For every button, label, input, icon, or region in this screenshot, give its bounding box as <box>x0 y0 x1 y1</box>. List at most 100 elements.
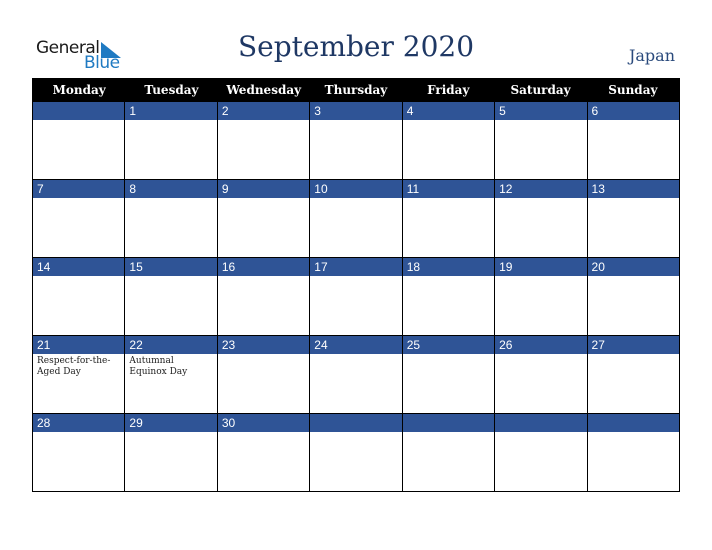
day-cell[interactable]: 10 <box>310 180 403 257</box>
day-cell[interactable]: 2 <box>217 102 311 179</box>
day-number <box>402 414 495 432</box>
day-number: 8 <box>125 180 217 198</box>
day-number: 14 <box>33 258 125 276</box>
day-cell[interactable]: 27 <box>587 336 679 413</box>
holiday-note <box>403 432 494 436</box>
weekday-monday: Monday <box>52 83 106 97</box>
weekday-tuesday: Tuesday <box>144 83 199 97</box>
holiday-note <box>310 198 401 202</box>
day-number: 7 <box>33 180 125 198</box>
day-cell[interactable]: 9 <box>217 180 311 257</box>
day-cell[interactable] <box>33 102 126 179</box>
day-number: 15 <box>125 258 217 276</box>
day-cell[interactable]: 29 <box>125 414 218 491</box>
holiday-note <box>125 432 216 436</box>
day-number <box>495 414 587 432</box>
weekday-thursday: Thursday <box>324 83 388 97</box>
day-number <box>33 102 125 120</box>
day-cell[interactable]: 15 <box>125 258 218 335</box>
day-cell[interactable]: 4 <box>402 102 496 179</box>
calendar-grid: Monday Tuesday Wednesday Thursday Friday Satu… <box>32 78 680 492</box>
holiday-note <box>403 354 494 358</box>
day-cell[interactable] <box>402 414 496 491</box>
day-number: 26 <box>495 336 587 354</box>
day-number: 5 <box>495 102 587 120</box>
day-cell[interactable]: 11 <box>402 180 496 257</box>
day-cell[interactable]: 3 <box>310 102 403 179</box>
week-row: 28 29 30 <box>33 413 679 491</box>
day-cell[interactable] <box>587 414 679 491</box>
holiday-note <box>218 276 309 280</box>
week-row: 123456 <box>33 102 679 179</box>
day-number: 30 <box>217 414 310 432</box>
day-cell[interactable]: 6 <box>587 102 679 179</box>
day-cell[interactable]: 25 <box>402 336 496 413</box>
holiday-note <box>33 276 124 280</box>
day-cell[interactable]: 14 <box>33 258 126 335</box>
day-cell[interactable] <box>310 414 403 491</box>
day-cell[interactable]: 28 <box>33 414 126 491</box>
holiday-note <box>125 120 216 124</box>
day-number: 11 <box>402 180 495 198</box>
holiday-note <box>125 276 216 280</box>
day-cell[interactable]: 26 <box>495 336 588 413</box>
day-cell[interactable]: 13 <box>587 180 679 257</box>
day-number: 9 <box>217 180 310 198</box>
weekday-saturday: Saturday <box>510 83 571 97</box>
day-cell[interactable]: 1 <box>125 102 218 179</box>
holiday-note <box>588 198 679 202</box>
day-cell[interactable]: 24 <box>310 336 403 413</box>
day-number: 27 <box>587 336 679 354</box>
day-number: 20 <box>587 258 679 276</box>
day-number: 13 <box>587 180 679 198</box>
day-number <box>310 414 402 432</box>
day-cell[interactable]: 8 <box>125 180 218 257</box>
holiday-note <box>33 120 124 124</box>
day-cell[interactable]: 17 <box>310 258 403 335</box>
holiday-note <box>403 198 494 202</box>
holiday-note <box>588 354 679 358</box>
day-number: 10 <box>310 180 402 198</box>
holiday-note <box>588 432 679 436</box>
holiday-note <box>495 198 586 202</box>
weekday-wednesday: Wednesday <box>226 83 302 97</box>
day-number: 24 <box>310 336 402 354</box>
day-number: 21 <box>33 336 125 354</box>
day-cell[interactable]: 23 <box>217 336 311 413</box>
holiday-note <box>495 120 586 124</box>
day-cell[interactable]: 5 <box>495 102 588 179</box>
day-cell[interactable]: 20 <box>587 258 679 335</box>
week-row: 7 8 9 10 11 12 13 <box>33 179 679 257</box>
holiday-note <box>588 276 679 280</box>
holiday-note <box>33 198 124 202</box>
day-cell[interactable]: 30 <box>217 414 311 491</box>
day-number: 1 <box>125 102 217 120</box>
day-cell[interactable] <box>495 414 588 491</box>
day-cell[interactable]: 18 <box>402 258 496 335</box>
calendar-title: September 2020 <box>237 30 475 63</box>
day-number: 18 <box>402 258 495 276</box>
day-cell[interactable]: 7 <box>33 180 126 257</box>
day-number: 23 <box>217 336 310 354</box>
day-cell[interactable]: 22 Autumnal Equinox Day <box>125 336 218 413</box>
holiday-note: Autumnal Equinox Day <box>129 356 188 377</box>
day-cell[interactable]: 16 <box>217 258 311 335</box>
holiday-note <box>218 198 309 202</box>
holiday-note <box>218 120 309 124</box>
day-cell[interactable]: 12 <box>495 180 588 257</box>
weekday-header: Monday Tuesday Wednesday Thursday Friday Satu… <box>33 79 679 102</box>
holiday-note <box>403 276 494 280</box>
holiday-note <box>218 354 309 358</box>
holiday-note <box>310 276 401 280</box>
day-number: 28 <box>33 414 125 432</box>
holiday-note <box>495 276 586 280</box>
day-number: 6 <box>587 102 679 120</box>
weekday-sunday: Sunday <box>608 83 658 97</box>
day-cell[interactable]: 21 Respect-for-the-Aged Day <box>33 336 126 413</box>
holiday-note <box>495 432 586 436</box>
holiday-note <box>588 120 679 124</box>
holiday-note <box>310 354 401 358</box>
day-cell[interactable]: 19 <box>495 258 588 335</box>
holiday-note <box>403 120 494 124</box>
holiday-note <box>33 432 124 436</box>
